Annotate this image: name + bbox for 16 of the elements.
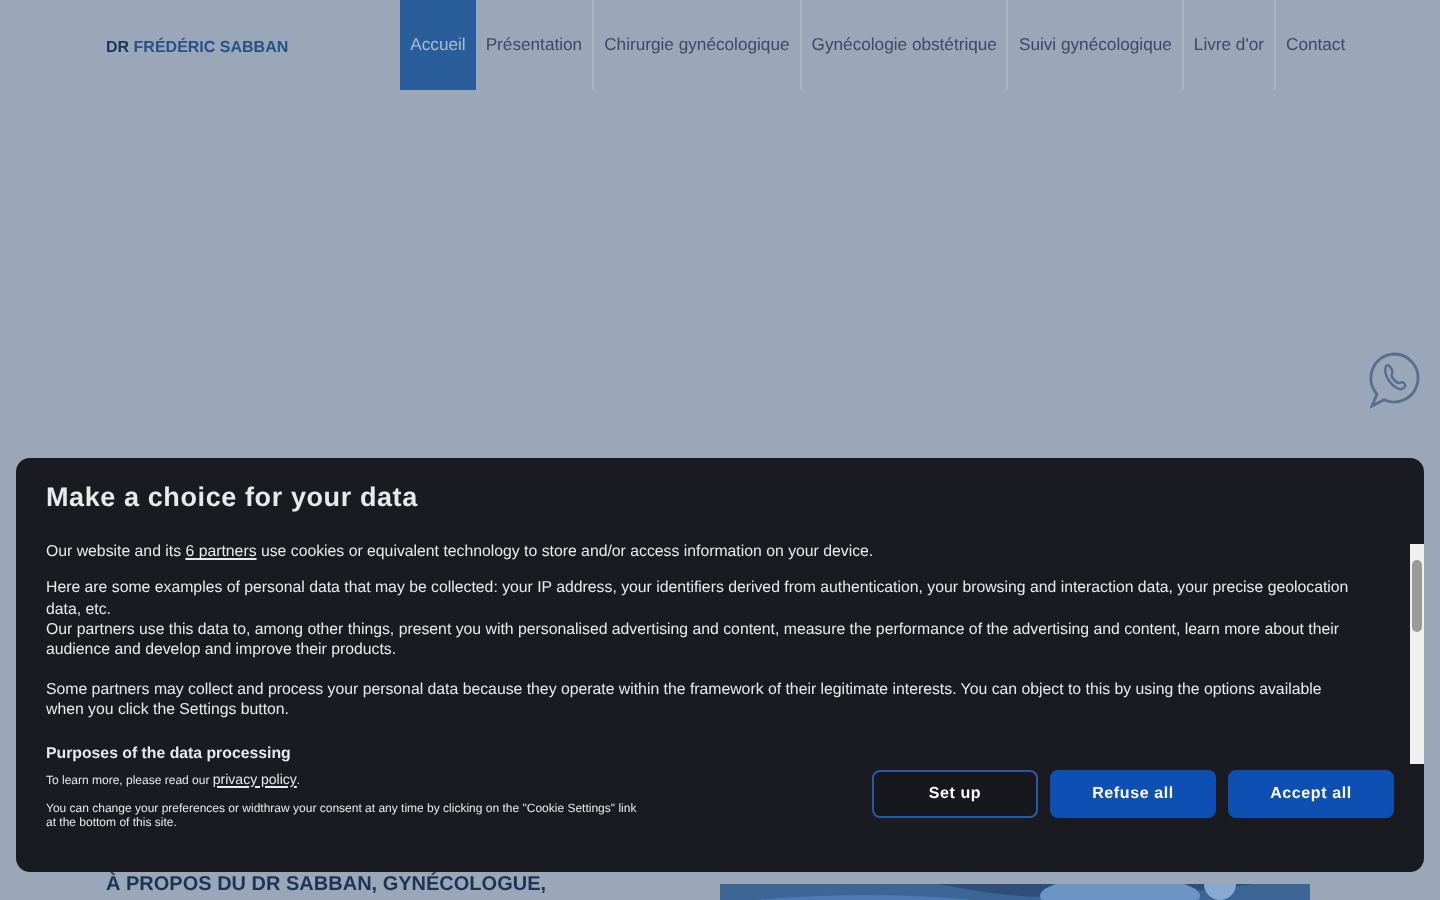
- nav-link[interactable]: Gynécologie obstétrique: [801, 0, 1007, 90]
- site-logo[interactable]: DR FRÉDÉRIC SABBAN: [106, 35, 289, 59]
- nav-link[interactable]: Livre d'or: [1183, 0, 1274, 90]
- scroll-thumb[interactable]: [1412, 560, 1422, 632]
- nav-link[interactable]: Contact: [1276, 0, 1356, 90]
- scrollbar[interactable]: [1410, 544, 1424, 764]
- consent-button[interactable]: Refuse all: [1050, 770, 1216, 819]
- nav-link[interactable]: Suivi gynécologique: [1008, 0, 1182, 90]
- consent-button[interactable]: Accept all: [1228, 770, 1394, 819]
- dialog-title: Make a choice for your data: [46, 482, 420, 515]
- nav-link[interactable]: Chirurgie gynécologique: [594, 0, 800, 90]
- nav-link[interactable]: Accueil: [400, 0, 476, 90]
- section-heading: À PROPOS DU DR SABBAN, GYNÉCOLOGUE,: [106, 874, 547, 898]
- nav-link[interactable]: Présentation: [475, 0, 593, 90]
- consent-button[interactable]: Set up: [872, 770, 1038, 819]
- phone-icon[interactable]: [1366, 350, 1422, 410]
